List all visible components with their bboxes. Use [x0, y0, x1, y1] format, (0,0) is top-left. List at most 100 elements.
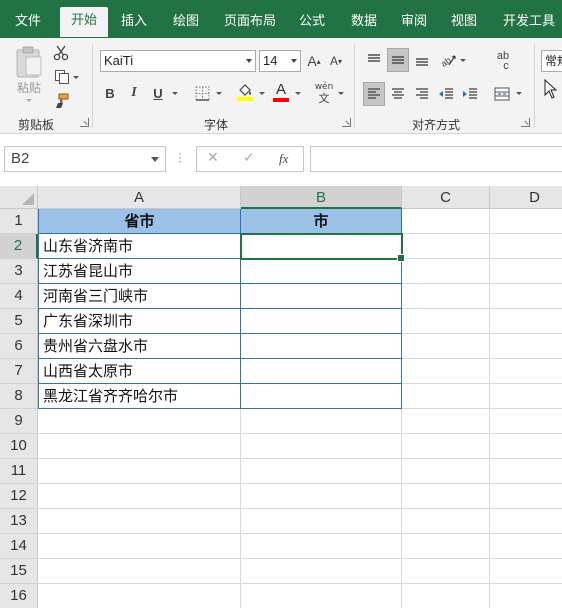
cell-b1[interactable]: 市: [241, 209, 402, 234]
row-header[interactable]: 3: [0, 259, 38, 284]
row-header[interactable]: 1: [0, 209, 38, 234]
row-header[interactable]: 7: [0, 359, 38, 384]
row-header[interactable]: 8: [0, 384, 38, 409]
font-color-button[interactable]: A: [270, 80, 292, 104]
fill-color-button[interactable]: [234, 80, 256, 104]
cell-b5[interactable]: [241, 309, 402, 334]
row-header[interactable]: 5: [0, 309, 38, 334]
merge-dropdown-icon[interactable]: [516, 92, 522, 95]
row-header[interactable]: 4: [0, 284, 38, 309]
cell-a5[interactable]: 广东省深圳市: [38, 309, 241, 334]
cell-b8[interactable]: [241, 384, 402, 409]
cell-b3[interactable]: [241, 259, 402, 284]
cell-a6[interactable]: 贵州省六盘水市: [38, 334, 241, 359]
column-header-d[interactable]: D: [490, 186, 562, 209]
orientation-dropdown-icon[interactable]: [460, 59, 466, 62]
tab-home[interactable]: 开始: [60, 7, 108, 37]
underline-button[interactable]: U: [148, 82, 168, 104]
grow-font-button[interactable]: A ▴: [304, 50, 324, 72]
cell-b4[interactable]: [241, 284, 402, 309]
number-format-value: 常规: [545, 54, 562, 68]
row-header[interactable]: 12: [0, 484, 38, 509]
font-color-dropdown-icon[interactable]: [295, 92, 301, 95]
tab-data[interactable]: 数据: [342, 8, 386, 38]
tab-developer[interactable]: 开发工具: [496, 8, 562, 38]
font-launcher-icon[interactable]: [342, 118, 351, 127]
empty-cells-area[interactable]: [38, 409, 562, 608]
column-header-c[interactable]: C: [402, 186, 490, 209]
row-header[interactable]: 6: [0, 334, 38, 359]
paste-button[interactable]: 粘贴: [10, 42, 48, 104]
paintbrush-icon: [56, 93, 69, 108]
worksheet-grid[interactable]: A B C D 1 2 3 4 5 6 7 8 9 10 11 12 13 14…: [0, 186, 562, 608]
align-bottom-button[interactable]: [412, 50, 432, 70]
column-header-b[interactable]: B: [241, 186, 402, 209]
tab-formulas[interactable]: 公式: [292, 8, 332, 38]
align-center-button[interactable]: [388, 84, 408, 104]
alignment-launcher-icon[interactable]: [521, 118, 530, 127]
tab-page-layout[interactable]: 页面布局: [218, 8, 282, 38]
row-header[interactable]: 14: [0, 534, 38, 559]
cell-a8[interactable]: 黑龙江省齐齐哈尔市: [38, 384, 241, 409]
more-options-icon[interactable]: · · ·: [178, 148, 182, 168]
row-header[interactable]: 16: [0, 584, 38, 608]
tab-draw[interactable]: 绘图: [164, 8, 208, 38]
italic-button[interactable]: I: [124, 82, 144, 104]
align-middle-button[interactable]: [387, 48, 409, 72]
tab-view[interactable]: 视图: [444, 8, 484, 38]
row-header[interactable]: 10: [0, 434, 38, 459]
number-format-combo[interactable]: 常规: [541, 50, 562, 72]
formula-bar: B2 · · · ✕ ✓ fx: [0, 134, 562, 186]
paste-label: 粘贴: [16, 80, 41, 95]
decrease-indent-button[interactable]: [436, 84, 456, 104]
font-name-combo[interactable]: KaiTi: [100, 50, 256, 72]
font-group-label: 字体: [204, 118, 229, 132]
align-right-button[interactable]: [412, 84, 432, 104]
borders-button[interactable]: [192, 82, 212, 104]
wrap-text-button[interactable]: ab c: [492, 48, 514, 74]
increase-indent-button[interactable]: [460, 84, 480, 104]
phonetic-dropdown-icon[interactable]: [338, 92, 344, 95]
row-header[interactable]: 15: [0, 559, 38, 584]
formula-input[interactable]: [310, 146, 562, 172]
row-header[interactable]: 2: [0, 234, 38, 259]
cell-b2[interactable]: [241, 234, 402, 259]
borders-dropdown-icon[interactable]: [216, 92, 222, 95]
cancel-icon[interactable]: ✕: [207, 150, 219, 166]
empty-cells-area-cd[interactable]: [402, 209, 562, 409]
copy-button[interactable]: [52, 68, 80, 86]
cell-a4[interactable]: 河南省三门峡市: [38, 284, 241, 309]
row-header[interactable]: 9: [0, 409, 38, 434]
cell-a2[interactable]: 山东省济南市: [38, 234, 241, 259]
underline-dropdown-icon[interactable]: [172, 92, 178, 95]
cell-b7[interactable]: [241, 359, 402, 384]
align-center-icon: [392, 88, 404, 99]
font-size-combo[interactable]: 14: [259, 50, 301, 72]
cut-button[interactable]: [52, 44, 70, 62]
row-header[interactable]: 13: [0, 509, 38, 534]
row-header[interactable]: 11: [0, 459, 38, 484]
cell-a3[interactable]: 江苏省昆山市: [38, 259, 241, 284]
confirm-icon[interactable]: ✓: [243, 150, 255, 166]
cell-b6[interactable]: [241, 334, 402, 359]
cell-a7[interactable]: 山西省太原市: [38, 359, 241, 384]
name-box[interactable]: B2: [4, 146, 166, 172]
fill-color-dropdown-icon[interactable]: [259, 92, 265, 95]
tab-insert[interactable]: 插入: [112, 8, 156, 38]
insert-function-button[interactable]: fx: [279, 151, 288, 167]
format-painter-button[interactable]: [52, 92, 70, 110]
select-all-button[interactable]: [0, 186, 38, 209]
font-color-glyph: A: [275, 81, 286, 98]
align-left-button[interactable]: [363, 82, 385, 106]
phonetic-guide-button[interactable]: wén 文: [312, 80, 336, 106]
cell-a1[interactable]: 省市: [38, 209, 241, 234]
merge-center-button[interactable]: [492, 84, 512, 104]
clipboard-launcher-icon[interactable]: [80, 118, 89, 127]
tab-file[interactable]: 文件: [4, 8, 52, 38]
shrink-font-button[interactable]: A ▾: [326, 50, 346, 72]
orientation-button[interactable]: ab: [438, 50, 458, 70]
column-header-a[interactable]: A: [38, 186, 241, 209]
bold-button[interactable]: B: [100, 82, 120, 104]
align-top-button[interactable]: [364, 50, 384, 70]
tab-review[interactable]: 审阅: [394, 8, 434, 38]
